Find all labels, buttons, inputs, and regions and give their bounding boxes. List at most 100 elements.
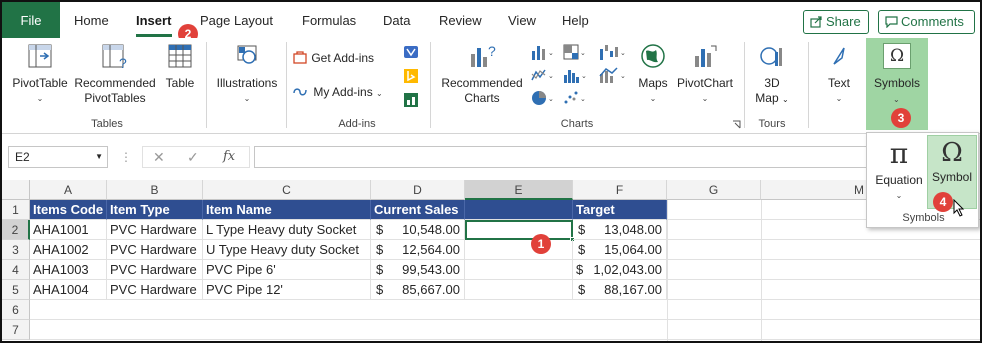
tab-insert[interactable]: Insert bbox=[136, 2, 171, 38]
pivottable-button[interactable]: PivotTable ⌄ bbox=[8, 42, 72, 106]
cell-code[interactable]: AHA1003 bbox=[30, 260, 107, 280]
column-header-b[interactable]: B bbox=[107, 180, 203, 200]
scatter-chart-icon[interactable]: ⌄ bbox=[562, 89, 588, 107]
text-icon bbox=[833, 47, 845, 65]
illustrations-button[interactable]: Illustrations ⌄ bbox=[212, 42, 282, 106]
header-cell-items-code[interactable]: Items Code bbox=[30, 200, 107, 220]
cell-type[interactable]: PVC Hardware bbox=[107, 220, 203, 240]
tab-page-layout[interactable]: Page Layout bbox=[200, 2, 273, 38]
tab-formulas[interactable]: Formulas bbox=[302, 2, 356, 38]
share-button[interactable]: Share bbox=[803, 10, 869, 34]
cell-name[interactable]: PVC Pipe 6' bbox=[203, 260, 371, 280]
cell-target[interactable]: $88,167.00 bbox=[573, 280, 667, 300]
tab-file[interactable]: File bbox=[2, 2, 60, 38]
header-cell-current-sales[interactable]: Current Sales bbox=[371, 200, 465, 220]
recommended-charts-button[interactable]: ? Recommended Charts bbox=[436, 42, 528, 106]
cell-name[interactable]: PVC Pipe 12' bbox=[203, 280, 371, 300]
cell-name[interactable]: U Type Heavy duty Socket bbox=[203, 240, 371, 260]
3d-map-button[interactable]: 3D Map ⌄ bbox=[750, 42, 794, 107]
tab-help[interactable]: Help bbox=[562, 2, 589, 38]
cell-current-sales[interactable]: $99,543.00 bbox=[371, 260, 465, 280]
row-header-3[interactable]: 3 bbox=[2, 240, 30, 260]
column-header-e[interactable]: E bbox=[465, 180, 573, 200]
statistic-chart-icon[interactable]: ⌄ bbox=[562, 66, 588, 84]
header-cell-item-type[interactable]: Item Type bbox=[107, 200, 203, 220]
cell-target[interactable]: $1,02,043.00 bbox=[573, 260, 667, 280]
callout-badge-4: 4 bbox=[933, 192, 953, 212]
selected-cell-e2[interactable] bbox=[465, 220, 573, 240]
resize-handle-icon[interactable]: ⋮ bbox=[120, 150, 132, 164]
row-header-1[interactable]: 1 bbox=[2, 200, 30, 220]
maps-button[interactable]: Maps ⌄ bbox=[632, 42, 674, 106]
text-button[interactable]: Text ⌄ bbox=[818, 42, 860, 106]
column-header-a[interactable]: A bbox=[30, 180, 107, 200]
dialog-launcher-icon[interactable] bbox=[732, 120, 741, 129]
currency-symbol: $ bbox=[376, 222, 384, 237]
cell-current-sales[interactable]: $10,548.00 bbox=[371, 220, 465, 240]
waterfall-chart-icon[interactable]: ⌄ bbox=[598, 43, 628, 61]
row-header-5[interactable]: 5 bbox=[2, 280, 30, 300]
cell-empty[interactable] bbox=[465, 260, 573, 280]
pivottable-label: PivotTable bbox=[12, 76, 68, 90]
column-header-c[interactable]: C bbox=[203, 180, 371, 200]
table-button[interactable]: Table bbox=[160, 42, 200, 91]
combo-chart-icon[interactable]: ⌄ bbox=[598, 66, 628, 84]
cell-current-sales[interactable]: $12,564.00 bbox=[371, 240, 465, 260]
get-addins-button[interactable]: Get Add-ins bbox=[292, 50, 386, 66]
name-box[interactable]: E2 ▼ bbox=[8, 146, 108, 168]
svg-text:⌄: ⌄ bbox=[580, 96, 586, 103]
cell-target[interactable]: $13,048.00 bbox=[573, 220, 667, 240]
enter-check-icon[interactable]: ✓ bbox=[187, 149, 199, 166]
row-header-6[interactable]: 6 bbox=[2, 300, 30, 320]
cell-target[interactable]: $15,064.00 bbox=[573, 240, 667, 260]
cell-type[interactable]: PVC Hardware bbox=[107, 240, 203, 260]
my-addins-button[interactable]: My Add-ins ⌄ bbox=[292, 84, 402, 101]
cell-type[interactable]: PVC Hardware bbox=[107, 260, 203, 280]
cell-name[interactable]: L Type Heavy duty Socket bbox=[203, 220, 371, 240]
cell-code[interactable]: AHA1001 bbox=[30, 220, 107, 240]
svg-text:⌄: ⌄ bbox=[548, 96, 554, 103]
table-icon bbox=[168, 44, 192, 68]
text-label: Text bbox=[827, 76, 850, 90]
tab-review[interactable]: Review bbox=[439, 2, 482, 38]
cell-empty[interactable] bbox=[465, 240, 573, 260]
row-header-2[interactable]: 2 bbox=[2, 220, 30, 240]
pie-chart-icon[interactable]: ⌄ bbox=[530, 89, 556, 107]
cell-code[interactable]: AHA1004 bbox=[30, 280, 107, 300]
people-graph-icon[interactable] bbox=[403, 92, 419, 108]
cancel-icon[interactable]: ✕ bbox=[153, 149, 165, 166]
recommended-pivottables-button[interactable]: ? Recommended PivotTables bbox=[72, 42, 158, 106]
cell-empty[interactable] bbox=[465, 280, 573, 300]
column-header-g[interactable]: G bbox=[667, 180, 761, 200]
column-header-d[interactable]: D bbox=[371, 180, 465, 200]
svg-text:⌄: ⌄ bbox=[580, 50, 586, 57]
column-header-f[interactable]: F bbox=[573, 180, 667, 200]
row-header-4[interactable]: 4 bbox=[2, 260, 30, 280]
column-chart-icon[interactable]: ⌄ bbox=[530, 43, 556, 61]
select-all-corner[interactable] bbox=[2, 180, 30, 200]
cell-code[interactable]: AHA1002 bbox=[30, 240, 107, 260]
recommended-charts-icon: ? bbox=[471, 43, 496, 67]
tab-home[interactable]: Home bbox=[74, 2, 109, 38]
header-cell-item-name[interactable]: Item Name bbox=[203, 200, 371, 220]
equation-button[interactable]: π Equation ⌄ bbox=[871, 137, 927, 209]
hierarchy-chart-icon[interactable]: ⌄ bbox=[562, 43, 588, 61]
pivotchart-button[interactable]: PivotChart ⌄ bbox=[674, 42, 736, 106]
header-cell-target[interactable]: Target bbox=[573, 200, 667, 220]
ribbon-insert: PivotTable ⌄ ? Recommended PivotTables T… bbox=[2, 38, 980, 134]
recommended-pivottables-label-1: Recommended bbox=[74, 76, 156, 90]
pivotchart-label: PivotChart bbox=[676, 76, 734, 90]
comments-button[interactable]: Comments bbox=[878, 10, 975, 34]
tab-data[interactable]: Data bbox=[383, 2, 410, 38]
svg-text:⌄: ⌄ bbox=[620, 73, 626, 80]
line-chart-icon[interactable]: ⌄ bbox=[530, 66, 556, 84]
cell-current-sales[interactable]: $85,667.00 bbox=[371, 280, 465, 300]
bing-maps-icon[interactable] bbox=[403, 68, 419, 84]
row-header-7[interactable]: 7 bbox=[2, 320, 30, 340]
insert-function-icon[interactable]: fx bbox=[223, 149, 235, 164]
cell-type[interactable]: PVC Hardware bbox=[107, 280, 203, 300]
tab-view[interactable]: View bbox=[508, 2, 536, 38]
charts-group-label: Charts bbox=[560, 118, 594, 130]
header-cell-empty[interactable] bbox=[465, 200, 573, 220]
visio-icon[interactable] bbox=[403, 44, 419, 60]
